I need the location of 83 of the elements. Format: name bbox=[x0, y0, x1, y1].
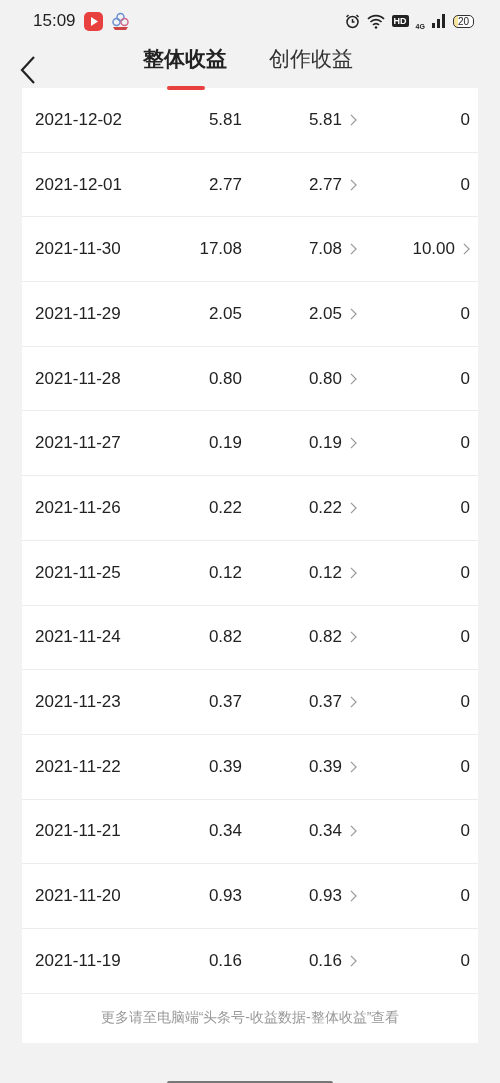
total-cell-text: 0.19 bbox=[207, 433, 242, 454]
date-cell-text: 2021-11-23 bbox=[34, 692, 122, 713]
signal-icon bbox=[431, 14, 446, 28]
amount-cell[interactable]: 0.80 bbox=[308, 368, 342, 389]
total-cell-text: 0.34 bbox=[207, 821, 242, 842]
amount-cell[interactable]: 10.00 bbox=[412, 239, 455, 260]
date-cell-text: 2021-11-20 bbox=[34, 886, 122, 907]
amount-cell: 0 bbox=[460, 950, 470, 971]
wifi-icon bbox=[366, 13, 385, 29]
total-cell-text: 0.93 bbox=[207, 886, 242, 907]
date-cell-text: 2021-12-01 bbox=[34, 174, 123, 195]
total-cell-text: 2.77 bbox=[207, 174, 242, 195]
total-cell-text: 0.16 bbox=[207, 950, 242, 971]
amount-cell[interactable]: 0.12 bbox=[308, 562, 342, 583]
amount-cell: 0 bbox=[460, 174, 470, 195]
chevron-right-icon bbox=[350, 760, 357, 773]
amount-cell: 0 bbox=[460, 433, 470, 454]
amount-cell: 0 bbox=[460, 756, 470, 777]
amount-cell[interactable]: 0.93 bbox=[308, 886, 342, 907]
tab[interactable]: 整体收益 bbox=[143, 46, 227, 90]
amount-cell[interactable]: 0.16 bbox=[308, 950, 342, 971]
date-cell-text: 2021-11-22 bbox=[34, 756, 122, 777]
total-cell-text: 0.82 bbox=[207, 627, 242, 648]
total-cell-text: 0.80 bbox=[207, 368, 242, 389]
total-cell-text: 0.37 bbox=[207, 692, 242, 713]
total-cell-text: 2.05 bbox=[207, 303, 242, 324]
amount-cell[interactable]: 0.34 bbox=[308, 821, 342, 842]
amount-cell: 0 bbox=[460, 562, 470, 583]
total-cell-text: 0.22 bbox=[207, 497, 242, 518]
amount-cell: 0 bbox=[460, 109, 470, 130]
chevron-right-icon bbox=[350, 243, 357, 256]
amount-cell[interactable]: 0.82 bbox=[308, 627, 342, 648]
tab[interactable]: 创作收益 bbox=[269, 46, 353, 90]
play-app-icon bbox=[83, 11, 103, 31]
amount-cell: 0 bbox=[460, 303, 470, 324]
total-cell-text: 0.12 bbox=[207, 562, 242, 583]
chevron-right-icon bbox=[350, 178, 357, 191]
date-cell-text: 2021-11-30 bbox=[34, 239, 122, 260]
amount-cell[interactable]: 0.37 bbox=[308, 692, 342, 713]
total-cell-text: 17.08 bbox=[198, 239, 242, 260]
amount-cell[interactable]: 0.22 bbox=[308, 497, 342, 518]
amount-cell[interactable]: 0.19 bbox=[308, 433, 342, 454]
battery-level: 20 bbox=[452, 14, 474, 28]
amount-cell[interactable]: 2.05 bbox=[308, 303, 342, 324]
date-cell-text: 2021-11-27 bbox=[34, 433, 122, 454]
total-cell-text: 5.81 bbox=[207, 109, 242, 130]
date-cell-text: 2021-11-24 bbox=[34, 627, 122, 648]
amount-cell: 0 bbox=[460, 821, 470, 842]
chevron-right-icon bbox=[350, 113, 357, 126]
date-cell-text: 2021-11-29 bbox=[34, 303, 122, 324]
chevron-right-icon bbox=[350, 631, 357, 644]
chevron-right-icon bbox=[350, 954, 357, 967]
total-cell-text: 0.39 bbox=[207, 756, 242, 777]
chevron-right-icon bbox=[350, 890, 357, 903]
date-cell-text: 2021-11-25 bbox=[34, 562, 122, 583]
hd-badge: HD bbox=[391, 15, 409, 27]
date-cell-text: 2021-11-21 bbox=[34, 821, 122, 842]
date-cell-text: 2021-11-28 bbox=[34, 368, 122, 389]
amount-cell: 0 bbox=[460, 692, 470, 713]
amount-cell[interactable]: 5.81 bbox=[308, 109, 342, 130]
amount-cell: 0 bbox=[460, 497, 470, 518]
chevron-right-icon bbox=[350, 372, 357, 385]
date-cell-text: 2021-11-26 bbox=[34, 497, 122, 518]
footer-note: 更多请至电脑端“头条号-收益数据-整体收益”查看 bbox=[100, 1009, 400, 1028]
amount-cell[interactable]: 0.39 bbox=[308, 756, 342, 777]
chevron-right-icon bbox=[350, 696, 357, 709]
amount-cell[interactable]: 7.08 bbox=[308, 239, 342, 260]
chevron-right-icon bbox=[463, 243, 470, 256]
status-time: 15:09 bbox=[33, 11, 76, 31]
chevron-right-icon bbox=[350, 501, 357, 514]
chevron-right-icon bbox=[350, 825, 357, 838]
chevron-right-icon bbox=[350, 437, 357, 450]
cloud-app-icon bbox=[110, 11, 130, 31]
date-cell-text: 2021-11-19 bbox=[34, 950, 122, 971]
chevron-right-icon bbox=[350, 307, 357, 320]
amount-cell: 0 bbox=[460, 627, 470, 648]
amount-cell[interactable]: 2.77 bbox=[308, 174, 342, 195]
alarm-icon bbox=[344, 13, 360, 29]
chevron-right-icon bbox=[350, 566, 357, 579]
amount-cell: 0 bbox=[460, 368, 470, 389]
amount-cell: 0 bbox=[460, 886, 470, 907]
back-icon[interactable] bbox=[20, 56, 36, 84]
date-cell-text: 2021-12-02 bbox=[34, 109, 123, 130]
